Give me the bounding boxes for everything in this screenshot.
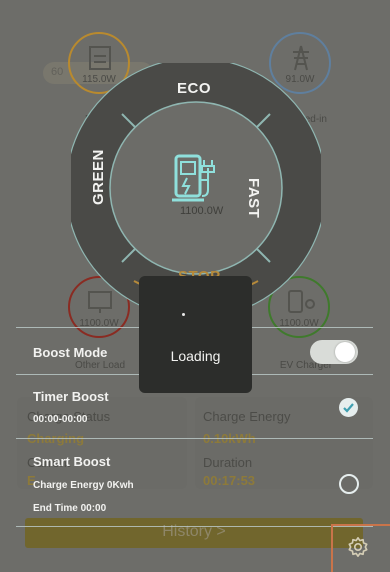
divider xyxy=(16,438,373,439)
divider xyxy=(16,526,373,527)
center-power-value: 1100.0W xyxy=(180,205,224,217)
smart-boost-end-time: End Time 00:00 xyxy=(33,503,107,514)
charging-station-icon xyxy=(172,154,215,202)
mode-eco[interactable]: ECO xyxy=(177,80,211,97)
timer-boost-check-icon[interactable] xyxy=(339,398,358,417)
mode-fast[interactable]: FAST xyxy=(245,178,262,218)
mode-green[interactable]: GREEN xyxy=(90,149,107,205)
pill-text: 60 xyxy=(51,66,64,78)
other-load-label: Other Load xyxy=(74,360,126,371)
duration-label: Duration xyxy=(203,455,253,470)
spinner-icon xyxy=(182,313,185,316)
smart-boost-energy: Charge Energy 0Kwh xyxy=(33,480,134,491)
boost-mode-toggle[interactable] xyxy=(310,340,358,364)
duration-value: 00:17:53 xyxy=(203,473,256,488)
smart-boost-label[interactable]: Smart Boost xyxy=(33,454,110,469)
charge-energy-label: Charge Energy xyxy=(203,409,291,424)
settings-button[interactable] xyxy=(331,524,390,572)
history-button[interactable]: History > xyxy=(25,518,363,548)
timer-boost-label[interactable]: Timer Boost xyxy=(33,389,109,404)
app-screen: 60 115.0W Feed-in 91.0W Feed-in 1100.0W … xyxy=(0,0,390,572)
card-charge-status: Charge Status Charging Current E xyxy=(17,397,187,489)
loading-text: Loading xyxy=(170,348,221,364)
toggle-knob xyxy=(335,342,355,362)
smart-boost-radio[interactable] xyxy=(339,474,359,494)
timer-boost-time: 00:00-00:00 xyxy=(33,414,88,425)
loading-dialog: Loading xyxy=(139,276,252,393)
gear-icon xyxy=(348,537,368,557)
boost-mode-label: Boost Mode xyxy=(33,345,108,360)
